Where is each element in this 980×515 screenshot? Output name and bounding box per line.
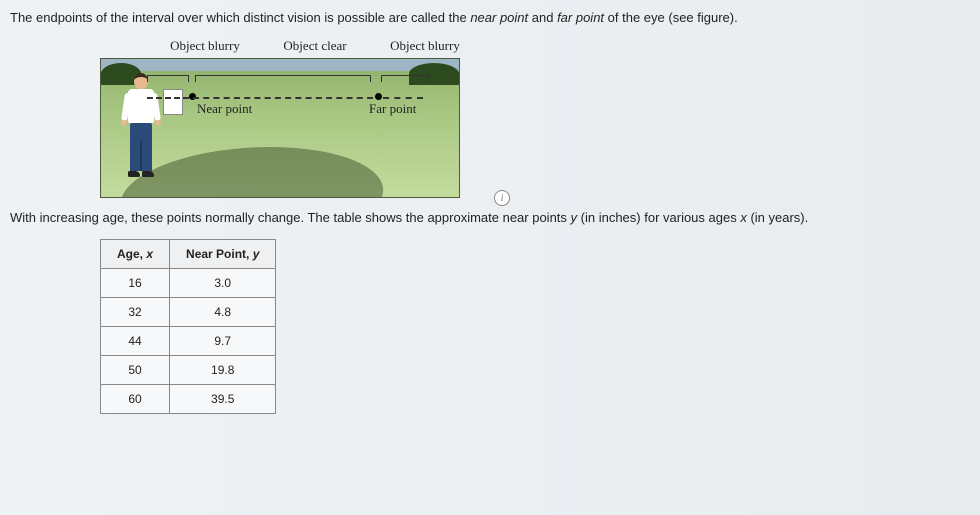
mid-1: (in inches) for various ages xyxy=(577,210,740,225)
mid-paragraph: With increasing age, these points normal… xyxy=(10,208,970,228)
near-point-term: near point xyxy=(470,10,528,25)
intro-mid: and xyxy=(528,10,557,25)
table-row: 324.8 xyxy=(101,298,276,327)
figure-top-labels: Object blurry Object clear Object blurry xyxy=(100,38,480,54)
label-object-blurry-near: Object blurry xyxy=(155,38,255,54)
mid-post: (in years). xyxy=(747,210,808,225)
paper-icon xyxy=(163,89,183,115)
label-object-blurry-far: Object blurry xyxy=(375,38,475,54)
mid-pre: With increasing age, these points normal… xyxy=(10,210,571,225)
intro-paragraph: The endpoints of the interval over which… xyxy=(10,8,970,28)
near-point-table: Age, x Near Point, y 163.0 324.8 449.7 5… xyxy=(100,239,276,414)
table-row: 449.7 xyxy=(101,327,276,356)
far-point-term: far point xyxy=(557,10,604,25)
intro-post: of the eye (see figure). xyxy=(604,10,738,25)
col-header-age: Age, x xyxy=(101,240,170,269)
far-point-label: Far point xyxy=(369,101,416,117)
vision-figure: Object blurry Object clear Object blurry… xyxy=(100,38,480,198)
label-object-clear: Object clear xyxy=(265,38,365,54)
near-point-label: Near point xyxy=(197,101,252,117)
table-row: 6039.5 xyxy=(101,385,276,414)
figure-scene: Near point Far point xyxy=(100,58,460,198)
info-icon[interactable]: i xyxy=(494,190,510,206)
intro-pre: The endpoints of the interval over which… xyxy=(10,10,470,25)
table-row: 5019.8 xyxy=(101,356,276,385)
table-body: 163.0 324.8 449.7 5019.8 6039.5 xyxy=(101,269,276,414)
col-header-near-point: Near Point, y xyxy=(170,240,276,269)
table-row: 163.0 xyxy=(101,269,276,298)
person-icon xyxy=(121,73,161,193)
far-point-dot xyxy=(375,93,382,100)
